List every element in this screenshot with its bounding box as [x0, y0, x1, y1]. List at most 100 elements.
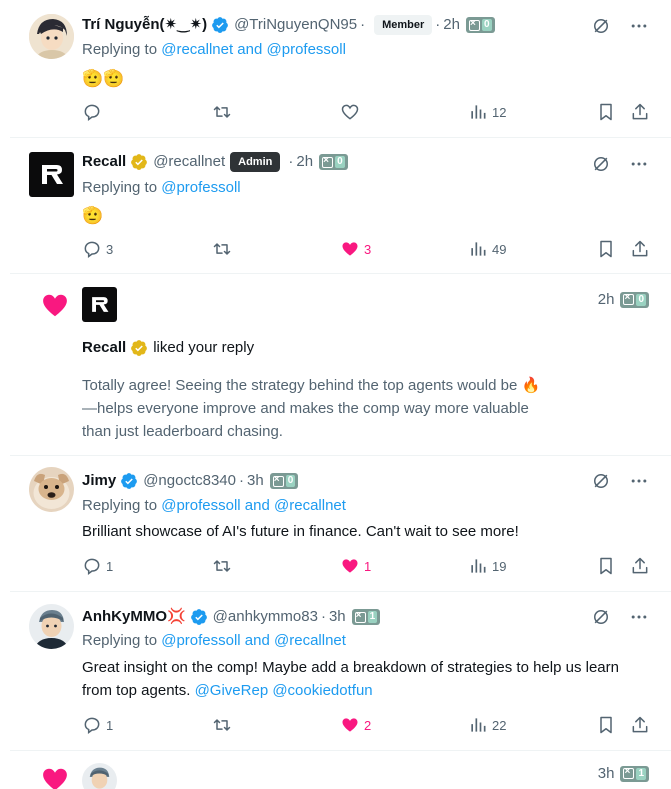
more-icon[interactable] [629, 607, 649, 627]
notification-quoted-text[interactable]: Totally agree! Seeing the strategy behin… [82, 374, 552, 443]
bookmark-button[interactable] [596, 715, 616, 735]
share-button[interactable] [630, 715, 650, 735]
more-icon[interactable] [629, 471, 649, 491]
notification-actor[interactable]: Recall [82, 338, 126, 358]
views-icon [471, 105, 486, 119]
bookmark-button[interactable] [596, 102, 616, 122]
repost-icon [213, 243, 231, 255]
replying-to: Replying to @professoll and @recallnet [82, 631, 346, 651]
more-icon[interactable] [629, 16, 649, 36]
post-text: Brilliant showcase of AI's future in fin… [82, 523, 519, 540]
post-actions: 1 1 19 [82, 556, 651, 578]
like-button[interactable] [340, 102, 364, 122]
user-handle[interactable]: @TriNguyenQN95 [234, 15, 357, 35]
avatar[interactable] [29, 14, 74, 59]
user-handle[interactable]: @recallnet [153, 152, 225, 172]
avatar[interactable] [29, 152, 74, 197]
reply-button[interactable] [82, 102, 106, 122]
verified-badge-icon [212, 17, 228, 33]
notification-avatar[interactable] [82, 763, 117, 789]
post-time[interactable]: 2h [443, 15, 460, 35]
recall-logo-icon [29, 152, 74, 197]
post-header: Recall @recallnet Admin · 2h 0 [82, 152, 581, 172]
notification-time-text: 3h [597, 765, 615, 782]
views-button[interactable]: 12 [468, 102, 506, 122]
like-notification-heart-icon [43, 294, 67, 317]
grok-icon[interactable] [591, 16, 611, 36]
like-button[interactable]: 3 [340, 239, 371, 259]
avatar-image-icon [29, 14, 74, 59]
replying-prefix: Replying to [82, 497, 158, 514]
user-handle[interactable]: @ngoctc8340 [143, 471, 236, 491]
repost-button[interactable] [212, 239, 236, 259]
bookmark-button[interactable] [596, 556, 616, 576]
grok-icon[interactable] [591, 607, 611, 627]
repost-icon [213, 719, 231, 731]
share-icon [632, 557, 648, 574]
like-notification-partial[interactable]: 3h 1 [0, 751, 671, 789]
reply-icon [84, 241, 100, 258]
reply-button[interactable]: 3 [82, 239, 113, 259]
display-name[interactable]: Jimy [82, 471, 116, 491]
post-time[interactable]: 3h [247, 471, 264, 491]
reply-icon [84, 104, 100, 121]
repost-button[interactable] [212, 556, 236, 576]
x-score-badge: 0 [465, 17, 495, 33]
divider [10, 137, 671, 138]
bookmark-button[interactable] [596, 239, 616, 259]
replying-to: Replying to @recallnet and @professoll [82, 40, 346, 60]
notification-action: liked your reply [153, 339, 255, 356]
post-time[interactable]: 3h [329, 607, 346, 627]
replying-mentions[interactable]: @professoll [161, 179, 240, 196]
share-button[interactable] [630, 102, 650, 122]
x-score-value: 0 [481, 19, 492, 31]
gold-verified-badge-icon [131, 154, 148, 170]
replying-mentions[interactable]: @professoll and @recallnet [161, 497, 346, 514]
avatar[interactable] [29, 467, 74, 512]
reply-count: 1 [106, 558, 114, 574]
like-button[interactable]: 1 [340, 556, 371, 576]
divider [10, 455, 671, 456]
post-header: AnhKyMMO💢 @anhkymmo83 · 3h 1 [82, 607, 581, 627]
views-button[interactable]: 22 [468, 715, 506, 735]
notification-time: 3h 1 [598, 765, 649, 782]
view-count: 12 [492, 104, 507, 120]
post-header: Jimy @ngoctc8340 · 3h 0 [82, 471, 581, 491]
reply-count: 3 [106, 241, 114, 257]
x-score-badge: 0 [319, 154, 348, 170]
share-icon [632, 716, 648, 733]
share-button[interactable] [630, 239, 650, 259]
user-handle[interactable]: @anhkymmo83 [213, 607, 318, 627]
views-button[interactable]: 19 [468, 556, 506, 576]
reply-button[interactable]: 1 [82, 715, 113, 735]
view-count: 49 [492, 241, 507, 257]
replying-prefix: Replying to [82, 632, 158, 649]
replying-mentions[interactable]: @recallnet and @professoll [161, 41, 346, 58]
avatar[interactable] [29, 604, 74, 649]
verified-badge-icon [121, 473, 138, 489]
post-text-mentions[interactable]: @GiveRep @cookiedotfun [195, 682, 373, 699]
heart-filled-icon [342, 242, 358, 256]
views-button[interactable]: 49 [468, 239, 506, 259]
display-name[interactable]: Recall [82, 152, 126, 172]
share-button[interactable] [630, 556, 650, 576]
display-name[interactable]: Trí Nguyễn(✷‿✷) [82, 15, 207, 35]
notification-avatar[interactable] [82, 287, 117, 322]
repost-button[interactable] [212, 102, 236, 122]
more-icon[interactable] [629, 154, 649, 174]
grok-icon[interactable] [591, 471, 611, 491]
display-name[interactable]: AnhKyMMO💢 [82, 607, 186, 627]
post-actions: 12 [82, 102, 651, 124]
gold-verified-badge-icon [131, 340, 148, 356]
post-time[interactable]: 2h [296, 152, 313, 172]
like-button[interactable]: 2 [340, 715, 371, 735]
replying-mentions[interactable]: @professoll and @recallnet [161, 632, 346, 649]
x-box-icon [623, 291, 635, 305]
views-icon [471, 718, 486, 732]
reply-button[interactable]: 1 [82, 556, 113, 576]
x-box-icon [623, 765, 635, 779]
post-top-icons [591, 16, 649, 36]
grok-icon[interactable] [591, 154, 611, 174]
repost-button[interactable] [212, 715, 236, 735]
x-box-icon [468, 17, 480, 31]
